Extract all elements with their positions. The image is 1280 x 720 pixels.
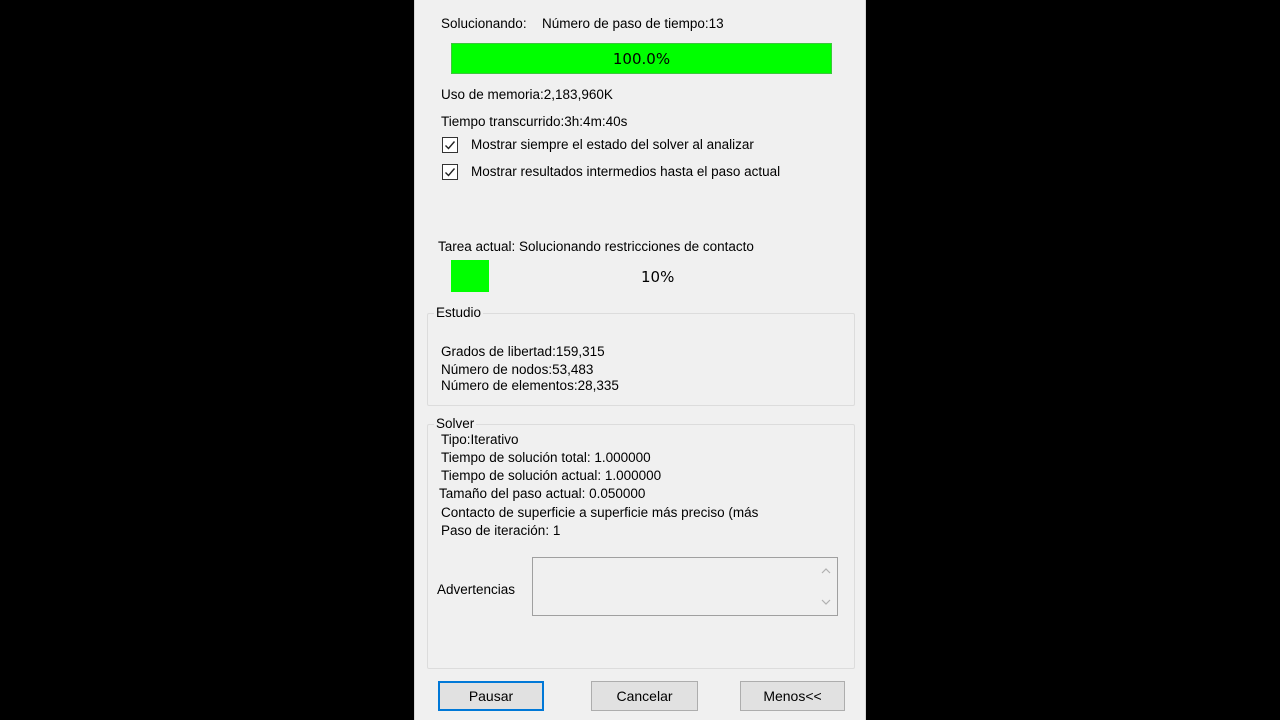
elapsed-time: Tiempo transcurrido:3h:4m:40s [441, 114, 628, 129]
memory-usage: Uso de memoria:2,183,960K [441, 87, 613, 102]
current-step-size: Tamaño del paso actual: 0.050000 [439, 486, 646, 501]
less-button[interactable]: Menos<< [740, 681, 845, 711]
current-solution-time: Tiempo de solución actual: 1.000000 [441, 468, 662, 483]
cancel-button[interactable]: Cancelar [591, 681, 698, 711]
overall-progress-bar: 100.0% [451, 43, 832, 74]
checkmark-icon [445, 141, 456, 150]
show-intermediate-results-label[interactable]: Mostrar resultados intermedios hasta el … [471, 164, 780, 179]
total-solution-time: Tiempo de solución total: 1.000000 [441, 450, 651, 465]
node-count: Número de nodos:53,483 [441, 362, 594, 377]
iteration-step: Paso de iteración: 1 [441, 523, 561, 538]
status-label: Solucionando: [441, 16, 527, 31]
timestep-label: Número de paso de tiempo:13 [542, 16, 724, 31]
current-task-label: Tarea actual: Solucionando restricciones… [438, 239, 754, 254]
show-intermediate-results-checkbox[interactable] [442, 164, 458, 180]
scroll-up-icon[interactable] [819, 564, 833, 578]
solver-type: Tipo:Iterativo [441, 432, 519, 447]
warnings-textarea[interactable] [532, 557, 838, 616]
task-progress-bar: 10% [451, 260, 831, 292]
task-progress-text: 10% [641, 268, 675, 286]
degrees-of-freedom: Grados de libertad:159,315 [441, 344, 605, 359]
pause-button[interactable]: Pausar [438, 681, 544, 711]
overall-progress-text: 100.0% [612, 49, 671, 68]
contact-description: Contacto de superficie a superficie más … [441, 505, 759, 520]
element-count: Número de elementos:28,335 [441, 378, 619, 393]
solver-group-title: Solver [434, 416, 477, 431]
always-show-status-checkbox[interactable] [442, 137, 458, 153]
solver-status-dialog: Solucionando: Número de paso de tiempo:1… [414, 0, 866, 720]
scroll-down-icon[interactable] [819, 595, 833, 609]
checkmark-icon [445, 168, 456, 177]
study-group-title: Estudio [434, 305, 484, 320]
warnings-label: Advertencias [437, 582, 516, 597]
task-progress-fill [451, 260, 489, 292]
always-show-status-label[interactable]: Mostrar siempre el estado del solver al … [471, 137, 754, 152]
